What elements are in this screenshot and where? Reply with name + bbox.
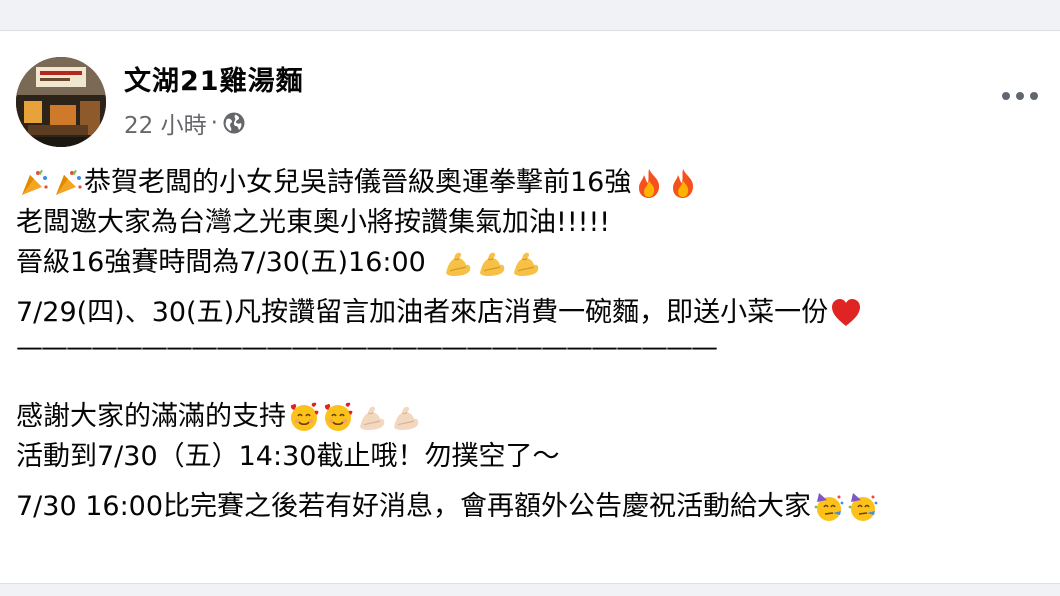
flexed-biceps-emoji xyxy=(510,247,542,279)
smiling-face-with-hearts-emoji xyxy=(288,401,320,433)
partying-face-emoji xyxy=(813,491,845,523)
post-body: 恭賀老闆的小女兒吳詩儀晉級奧運拳擊前16強 老闆邀大家為台灣之光東奧小將按讚集氣… xyxy=(16,163,1056,527)
smiling-face-with-hearts-emoji xyxy=(322,401,354,433)
post-line: 晉級16強賽時間為7/30(五)16:00 xyxy=(16,243,1056,283)
flexed-biceps-emoji xyxy=(476,247,508,279)
post-line: 老闆邀大家為台灣之光東奧小將按讚集氣加油!!!!! xyxy=(16,203,1056,243)
post-line: 7/29(四)、30(五)凡按讚留言加油者來店消費一碗麵，即送小菜一份 xyxy=(16,293,1056,333)
post-line-text: 7/30 16:00比完賽之後若有好消息，會再額外公告慶祝活動給大家 xyxy=(16,491,812,522)
post-line-text: 活動到7/30（五）14:30截止哦！勿撲空了～ xyxy=(16,441,560,472)
more-dot xyxy=(1016,92,1024,100)
post-line-text: 7/29(四)、30(五)凡按讚留言加油者來店消費一碗麵，即送小菜一份 xyxy=(16,297,829,328)
meta-separator: · xyxy=(210,110,218,136)
party-popper-emoji xyxy=(18,167,50,199)
globe-icon[interactable] xyxy=(222,111,246,135)
post-line-text: 老闆邀大家為台灣之光東奧小將按讚集氣加油!!!!! xyxy=(16,207,611,238)
post-line-text: 恭賀老闆的小女兒吳詩儀晉級奧運拳擊前16強 xyxy=(84,167,632,198)
avatar-image xyxy=(16,57,106,147)
partying-face-emoji xyxy=(847,491,879,523)
post-line: 感謝大家的滿滿的支持 xyxy=(16,397,1056,437)
page-name[interactable]: 文湖21雞湯麵 xyxy=(124,59,304,98)
flexed-biceps-emoji xyxy=(442,247,474,279)
post-line-text: 晉級16強賽時間為7/30(五)16:00 xyxy=(16,247,426,278)
post-divider: ———————————————————————————— xyxy=(16,333,1056,363)
post-line: 活動到7/30（五）14:30截止哦！勿撲空了～ xyxy=(16,437,1056,477)
more-dot xyxy=(1030,92,1038,100)
party-popper-emoji xyxy=(52,167,84,199)
more-options-icon[interactable] xyxy=(998,81,1042,111)
fire-emoji xyxy=(667,167,699,199)
more-dot xyxy=(1002,92,1010,100)
red-heart-emoji xyxy=(830,297,862,329)
post-meta: 22 小時 · xyxy=(124,106,246,140)
avatar[interactable] xyxy=(16,57,106,147)
post-timestamp[interactable]: 22 小時 xyxy=(124,106,207,140)
divider-text: ———————————————————————————— xyxy=(16,332,718,363)
fire-emoji xyxy=(633,167,665,199)
flexed-biceps-emoji xyxy=(356,401,388,433)
flexed-biceps-emoji xyxy=(390,401,422,433)
post-line: 恭賀老闆的小女兒吳詩儀晉級奧運拳擊前16強 xyxy=(16,163,1056,203)
post-line-text: 感謝大家的滿滿的支持 xyxy=(16,401,286,432)
post-card: 文湖21雞湯麵 22 小時 · 恭賀老闆的小女兒吳詩儀晉級奧運拳擊前16強 老闆… xyxy=(0,30,1060,584)
post-line: 7/30 16:00比完賽之後若有好消息，會再額外公告慶祝活動給大家 xyxy=(16,487,1056,527)
